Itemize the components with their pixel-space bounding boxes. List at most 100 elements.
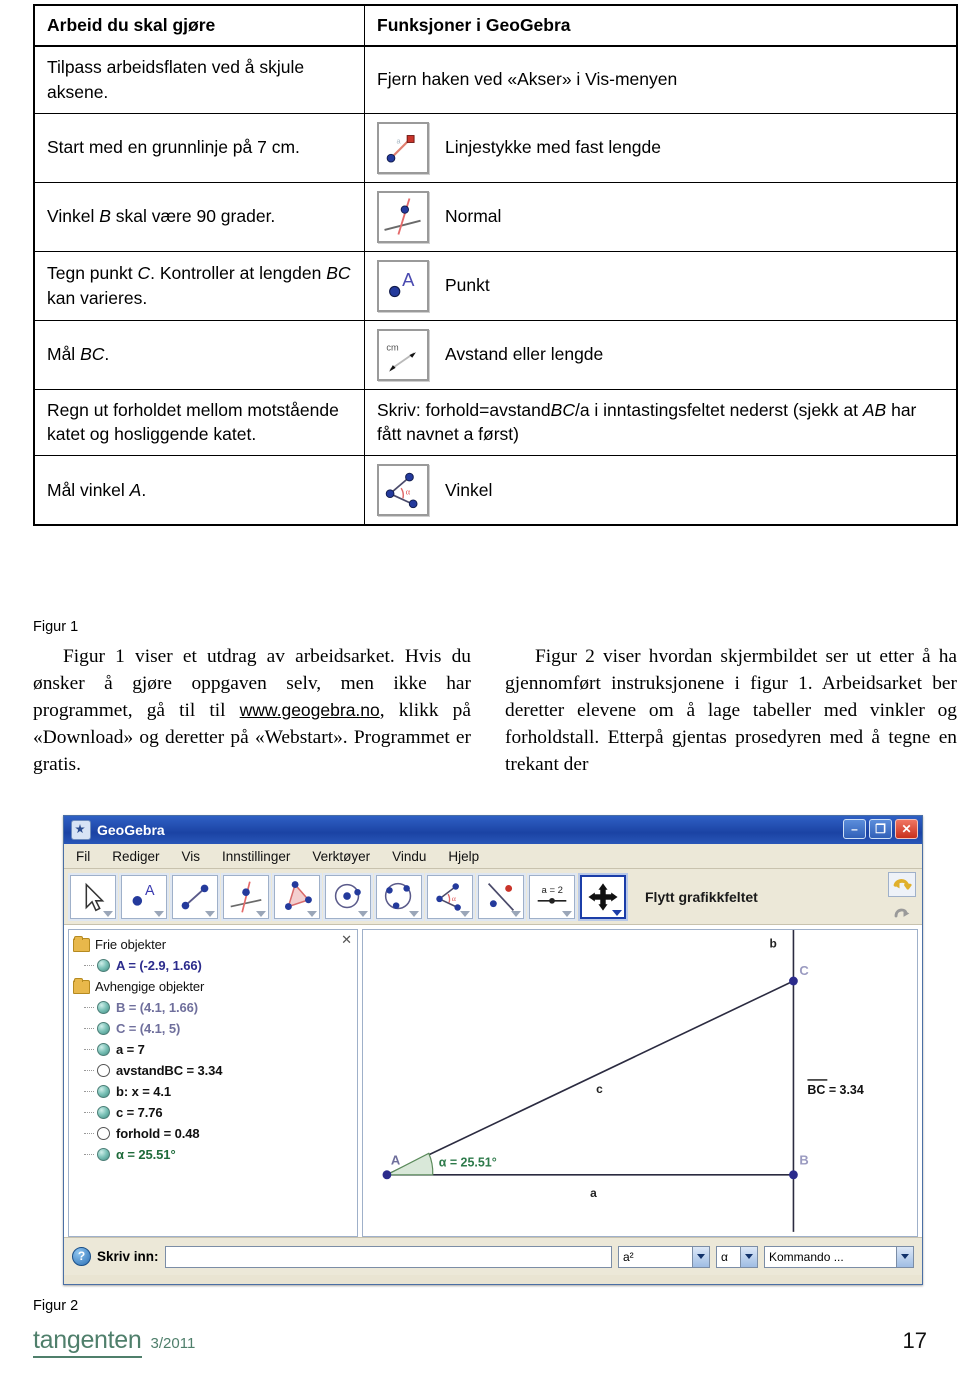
journal-brand: tangenten [33,1326,142,1358]
menu-item-fil[interactable]: Fil [76,849,90,864]
geogebra-link[interactable]: www.geogebra.no [240,700,380,720]
menu-item-vindu[interactable]: Vindu [392,849,426,864]
tool-dropdown-arrow[interactable] [511,910,521,917]
free-objects-node[interactable]: Frie objekter [73,934,355,955]
function-cell: Fjern haken ved «Akser» i Vis-menyen [364,45,958,114]
algebra-view: ✕ Frie objekter A = (-2.9, 1.66) Avhengi… [68,929,358,1237]
redo-icon[interactable] [888,899,914,922]
input-field[interactable] [164,1245,612,1268]
window-title-bar: GeoGebra – ❐ ✕ [64,816,922,844]
circle-through-3-points-tool[interactable] [376,874,422,919]
visibility-toggle-icon[interactable] [97,1022,110,1035]
list-item[interactable]: b: x = 4.1 [73,1081,355,1102]
tool-dropdown-arrow[interactable] [358,910,368,917]
list-item[interactable]: c = 7.76 [73,1102,355,1123]
algebra-item-label: c = 7.76 [116,1105,163,1120]
function-text: Fjern haken ved «Akser» i Vis-menyen [377,69,678,90]
visibility-toggle-icon[interactable] [97,1085,110,1098]
command-combo[interactable]: Kommando ... [764,1245,914,1268]
list-item[interactable]: C = (4.1, 5) [73,1018,355,1039]
close-icon[interactable]: ✕ [341,932,352,948]
worksheet-table: Arbeid du skal gjøre Funksjoner i GeoGeb… [33,4,958,527]
close-button[interactable]: ✕ [895,819,918,839]
tool-dropdown-arrow[interactable] [205,910,215,917]
list-item[interactable]: B = (4.1, 1.66) [73,997,355,1018]
tool-dropdown-arrow[interactable] [307,910,317,917]
folder-icon [73,935,90,952]
visibility-toggle-icon[interactable] [97,1127,110,1140]
slider-tool[interactable]: a = 2 [529,874,575,919]
visibility-toggle-icon[interactable] [97,1106,110,1119]
list-item[interactable]: forhold = 0.48 [73,1123,355,1144]
point-tool[interactable]: A [121,874,167,919]
visibility-toggle-icon[interactable] [97,959,110,972]
chevron-down-icon[interactable] [692,1246,709,1267]
menu-item-verktoyer[interactable]: Verktøyer [312,849,370,864]
menu-item-vis[interactable]: Vis [182,849,201,864]
move-pointer-tool[interactable] [70,874,116,919]
greek-letter-combo[interactable]: α [716,1245,758,1268]
visibility-toggle-icon[interactable] [97,1001,110,1014]
label-A: A [391,1152,401,1167]
function-text: Punkt [445,275,490,296]
document-page: Arbeid du skal gjøre Funksjoner i GeoGeb… [0,0,960,1376]
angle-tool[interactable]: α [427,874,473,919]
move-graphics-view-tool[interactable] [580,874,626,919]
list-item[interactable]: avstandBC = 3.34 [73,1060,355,1081]
figure-1-caption: Figur 1 [33,619,79,635]
graphics-view[interactable]: A B C b a c α = 25.51° BC = 3.34 [362,929,918,1237]
tool-dropdown-arrow[interactable] [612,909,622,916]
task-text-italic: A [129,479,142,500]
dependent-objects-node[interactable]: Avhengige objekter [73,976,355,997]
tool-dropdown-arrow[interactable] [460,910,470,917]
reflect-about-line-tool[interactable] [478,874,524,919]
superscript-combo[interactable]: a² [618,1245,710,1268]
chevron-down-icon[interactable] [740,1246,757,1267]
minimize-button[interactable]: – [843,819,866,839]
circle-center-point-tool[interactable] [325,874,371,919]
algebra-item-label: C = (4.1, 5) [116,1021,181,1036]
undo-icon[interactable] [888,872,916,897]
window-title: GeoGebra [97,822,165,838]
visibility-toggle-icon[interactable] [97,1064,110,1077]
algebra-item-label: A = (-2.9, 1.66) [116,958,202,973]
header-function: Funksjoner i GeoGebra [364,4,958,47]
svg-text:a = 2: a = 2 [542,885,563,896]
segment-tool[interactable] [172,874,218,919]
perpendicular-line-tool[interactable] [223,874,269,919]
function-text: Avstand eller lengde [445,344,604,365]
tool-dropdown-arrow[interactable] [103,910,113,917]
tool-dropdown-arrow[interactable] [256,910,266,917]
help-icon[interactable]: ? [72,1247,91,1266]
list-item[interactable]: a = 7 [73,1039,355,1060]
tree-stem [83,1081,97,1102]
label-c: c [596,1082,603,1096]
menu-item-hjelp[interactable]: Hjelp [448,849,479,864]
label-a: a [590,1186,597,1200]
label-b: b [770,936,777,950]
algebra-item-label: B = (4.1, 1.66) [116,1000,198,1015]
geogebra-window: GeoGebra – ❐ ✕ Fil Rediger Vis Innstilli… [63,815,923,1285]
list-item[interactable]: A = (-2.9, 1.66) [73,955,355,976]
polygon-tool[interactable] [274,874,320,919]
svg-text:α: α [406,488,411,497]
tool-dropdown-arrow[interactable] [409,910,419,917]
function-cell: α Vinkel [364,455,958,526]
chevron-down-icon[interactable] [896,1246,913,1267]
tree-stem [83,1018,97,1039]
label-B: B [799,1152,808,1167]
maximize-button[interactable]: ❐ [869,819,892,839]
svg-text:α: α [452,893,456,902]
page-footer: tangenten 3/2011 17 [33,1326,927,1358]
task-text-post: skal være 90 grader. [110,206,276,227]
table-row: Vinkel B skal være 90 grader. Normal [33,181,958,252]
table-row: Tilpass arbeidsflaten ved å skjule aksen… [33,45,958,114]
menu-item-innstillinger[interactable]: Innstillinger [222,849,290,864]
visibility-toggle-icon[interactable] [97,1043,110,1056]
visibility-toggle-icon[interactable] [97,1148,110,1161]
list-item[interactable]: α = 25.51° [73,1144,355,1165]
tool-dropdown-arrow[interactable] [562,910,572,917]
menu-item-rediger[interactable]: Rediger [112,849,159,864]
tool-dropdown-arrow[interactable] [154,910,164,917]
paragraph-right: Figur 2 viser hvordan skjermbildet ser u… [505,646,957,775]
